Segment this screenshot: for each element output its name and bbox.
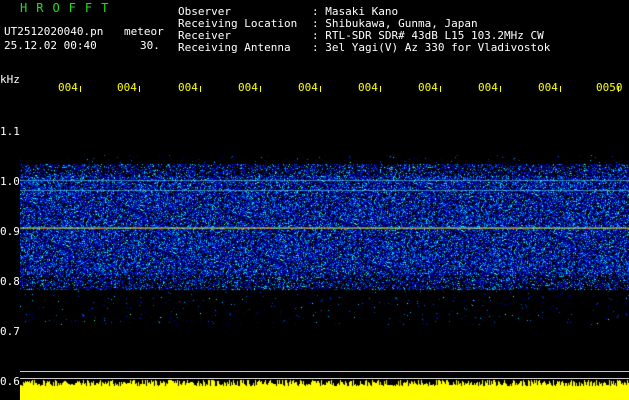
axis-unit-label: kHz [0,73,20,86]
mode-label: meteor [124,25,164,38]
frequency-tick-label: 0.7 [0,325,20,338]
time-tick-label: 004 [538,81,558,94]
time-tick-label: 004 [238,81,258,94]
time-tick-label: 004 [478,81,498,94]
time-tick-mark [500,86,501,92]
spectrogram [20,155,629,325]
signal-level-bars [20,376,629,400]
hrofft-window: HROFFT UT2512020040.pn meteor 25.12.02 0… [0,0,629,400]
datetime-label: 25.12.02 00:40 [4,39,97,52]
time-tick-label: 004 [358,81,378,94]
time-tick-mark [380,86,381,92]
filename-label: UT2512020040.pn [4,25,104,38]
antenna-label: Receiving Antenna [178,41,291,54]
time-tick-label: 004 [418,81,438,94]
antenna-value: : 3el Yagi(V) Az 330 for Vladivostok [312,41,551,54]
time-tick-mark [618,86,619,92]
time-tick-mark [139,86,140,92]
time-tick-mark [440,86,441,92]
time-tick-mark [260,86,261,92]
count-label: 30. [140,39,160,52]
baseline-divider [20,371,629,372]
time-tick-mark [320,86,321,92]
frequency-tick-label: 0.6 [0,375,20,388]
time-tick-mark [200,86,201,92]
time-tick-label: 004 [178,81,198,94]
frequency-tick-label: 0.9 [0,225,20,238]
time-tick-label: 004 [117,81,137,94]
time-tick-mark [560,86,561,92]
time-tick-mark [80,86,81,92]
frequency-tick-label: 1.0 [0,175,20,188]
frequency-tick-label: 1.1 [0,125,20,138]
frequency-tick-label: 0.8 [0,275,20,288]
program-title: HROFFT [20,1,118,15]
time-tick-label: 004 [58,81,78,94]
time-tick-label: 004 [298,81,318,94]
